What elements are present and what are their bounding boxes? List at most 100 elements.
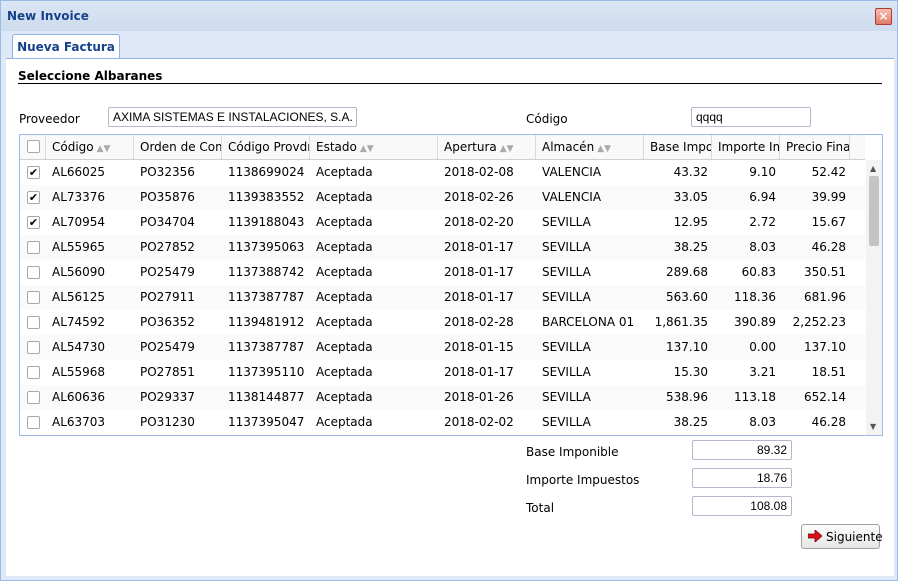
cell-orden: PO27851 [140,365,195,379]
cell-provdr: 1137387787 [228,340,305,354]
cell-provdr: 1139383552 [228,190,305,204]
cell-base: 289.68 [666,265,708,279]
cell-apertura: 2018-02-26 [444,190,514,204]
table-row[interactable]: ✔ AL66025 PO32356 1138699024 Aceptada 2018-02… [20,160,865,185]
table-row[interactable]: AL54730 PO25479 1137387787 Aceptada 2018-01-… [20,335,865,360]
cell-almacen: SEVILLA [542,365,591,379]
tab-nueva-factura[interactable]: Nueva Factura [12,34,120,59]
cell-codigo: AL55965 [52,240,106,254]
grid-scrollbar[interactable]: ▲ ▼ [866,160,882,435]
cell-codigo: AL55968 [52,365,106,379]
cell-apertura: 2018-02-02 [444,415,514,429]
cell-codigo: AL73376 [52,190,106,204]
table-row[interactable]: AL63703 PO31230 1137395047 Aceptada 2018-02-… [20,410,865,435]
cell-importe: 118.36 [734,290,776,304]
siguiente-button[interactable]: Siguiente [801,524,883,549]
scroll-down-icon[interactable]: ▼ [870,422,876,431]
new-invoice-window: New Invoice × Nueva Factura Seleccione A… [0,0,898,581]
cell-base: 12.95 [673,215,708,229]
table-row[interactable]: AL55968 PO27851 1137395110 Aceptada 2018-01-… [20,360,865,385]
window-titlebar[interactable]: New Invoice × [1,1,897,31]
column-header-codigo[interactable]: Código ▲▼ [46,135,134,159]
cell-base: 538.96 [666,390,708,404]
base-imponible-field[interactable]: 89.32 [692,440,792,460]
row-checkbox[interactable]: ✔ [27,191,40,204]
cell-precio: 18.51 [811,365,846,379]
column-header-label: Código [52,140,94,154]
table-row[interactable]: AL56090 PO25479 1137388742 Aceptada 2018-01-… [20,260,865,285]
table-row[interactable]: AL56125 PO27911 1137387787 Aceptada 2018-01-… [20,285,865,310]
cell-apertura: 2018-01-17 [444,365,514,379]
cell-estado: Aceptada [316,415,373,429]
cell-precio: 15.67 [811,215,846,229]
siguiente-label: Siguiente [826,530,883,544]
column-header-base[interactable]: Base Impon [644,135,712,159]
total-label: Total [526,501,555,515]
column-header-precio[interactable]: Precio Final [780,135,850,159]
cell-precio: 46.28 [811,240,846,254]
table-row[interactable]: ✔ AL73376 PO35876 1139383552 Aceptada 2018-02… [20,185,865,210]
table-row[interactable]: AL74592 PO36352 1139481912 Aceptada 2018-02-… [20,310,865,335]
cell-precio: 52.42 [811,165,846,179]
column-header-label: Precio Final [786,140,850,154]
column-header-label: Base Impon [650,140,711,154]
cell-almacen: SEVILLA [542,340,591,354]
grid-body: ✔ AL66025 PO32356 1138699024 Aceptada 2018-02… [20,160,865,435]
codigo-field[interactable]: qqqq [691,107,811,127]
tab-panel: Seleccione Albaranes Proveedor AXIMA SIS… [6,59,894,576]
cell-base: 15.30 [673,365,708,379]
cell-almacen: SEVILLA [542,390,591,404]
cell-importe: 113.18 [734,390,776,404]
column-header-label: Código Provdr. [228,140,310,154]
cell-importe: 3.21 [749,365,776,379]
cell-importe: 390.89 [734,315,776,329]
row-checkbox[interactable]: ✔ [27,166,40,179]
cell-apertura: 2018-02-28 [444,315,514,329]
codigo-label: Código [526,112,568,126]
cell-apertura: 2018-01-26 [444,390,514,404]
column-header-almacen[interactable]: Almacén ▲▼ [536,135,644,159]
row-checkbox[interactable] [27,291,40,304]
row-checkbox[interactable] [27,241,40,254]
row-checkbox[interactable]: ✔ [27,216,40,229]
close-icon[interactable]: × [875,8,892,25]
column-header-orden[interactable]: Orden de Comp [134,135,222,159]
column-header-label: Orden de Comp [140,140,221,154]
sort-icon: ▲▼ [96,144,111,154]
row-checkbox[interactable] [27,266,40,279]
row-checkbox[interactable] [27,391,40,404]
cell-almacen: SEVILLA [542,215,591,229]
row-checkbox[interactable] [27,366,40,379]
scrollbar-thumb[interactable] [869,176,879,246]
cell-almacen: VALENCIA [542,165,602,179]
cell-provdr: 1137395047 [228,415,305,429]
row-checkbox[interactable] [27,416,40,429]
importe-impuestos-field[interactable]: 18.76 [692,468,792,488]
cell-codigo: AL63703 [52,415,106,429]
cell-provdr: 1137395110 [228,365,305,379]
total-field[interactable]: 108.08 [692,496,792,516]
row-checkbox[interactable] [27,341,40,354]
sort-icon: ▲▼ [499,144,514,154]
column-header-codigo-provdr[interactable]: Código Provdr. [222,135,310,159]
table-row[interactable]: ✔ AL70954 PO34704 1139188043 Aceptada 2018-02… [20,210,865,235]
header-select-all[interactable] [20,135,46,159]
table-row[interactable]: AL60636 PO29337 1138144877 Aceptada 2018-01-… [20,385,865,410]
column-header-label: Almacén [542,140,595,154]
cell-provdr: 1137395063 [228,240,305,254]
cell-almacen: BARCELONA 01 [542,315,635,329]
column-header-apertura[interactable]: Apertura ▲▼ [438,135,536,159]
column-header-importe[interactable]: Importe Imp [712,135,780,159]
cell-importe: 8.03 [749,415,776,429]
select-all-checkbox[interactable] [27,140,40,153]
cell-provdr: 1139188043 [228,215,305,229]
cell-precio: 137.10 [804,340,846,354]
cell-estado: Aceptada [316,340,373,354]
cell-provdr: 1139481912 [228,315,305,329]
row-checkbox[interactable] [27,316,40,329]
column-header-estado[interactable]: Estado ▲▼ [310,135,438,159]
table-row[interactable]: AL55965 PO27852 1137395063 Aceptada 2018-01-… [20,235,865,260]
scroll-up-icon[interactable]: ▲ [870,164,876,173]
cell-apertura: 2018-01-15 [444,340,514,354]
proveedor-field[interactable]: AXIMA SISTEMAS E INSTALACIONES, S.A. [108,107,357,127]
